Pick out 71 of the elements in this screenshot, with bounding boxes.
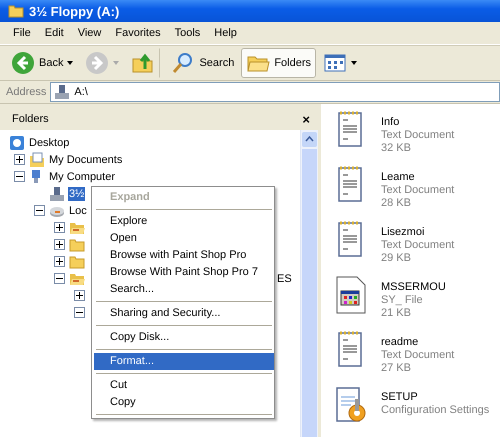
folders-button[interactable]: Folders [241,48,316,78]
file-size: 32 KB [381,142,412,155]
documents-folder-icon [29,152,45,168]
expander-icon[interactable] [74,290,85,301]
scrollbar[interactable] [300,130,318,437]
caret-icon [351,61,358,65]
context-menu-item[interactable]: Browse With Paint Shop Pro 7 [94,264,274,281]
context-menu-item[interactable]: Open [94,230,274,247]
drive-icon [49,186,65,202]
tree-item[interactable]: Desktop [28,136,70,150]
context-menu-item[interactable]: Browse with Paint Shop Pro [94,247,274,264]
file-type: Text Document [381,349,454,362]
file-type: Text Document [381,239,454,252]
file-type: Text Document [381,129,454,142]
file-size: 28 KB [381,197,412,210]
menu-item[interactable]: Help [207,25,244,41]
folder-icon [69,236,85,252]
close-button[interactable]: × [302,112,310,126]
context-menu-item[interactable]: Format... [94,353,274,370]
menu-item[interactable]: Tools [168,25,208,41]
menu-item[interactable]: Edit [38,25,71,41]
tree-item[interactable]: My Documents [48,152,124,166]
folder-icon [69,254,85,270]
expander-icon[interactable] [54,256,65,267]
tree-item[interactable]: My Computer [48,170,116,184]
file-size: 21 KB [381,307,412,320]
context-menu-item[interactable]: Copy Disk... [94,329,274,346]
address-label: Address [6,86,46,98]
file-name[interactable]: MSSERMOU [381,281,446,294]
file-name[interactable]: Info [381,116,454,129]
caret-icon [67,61,74,65]
expander-icon[interactable] [14,171,25,182]
pane-title: Folders [12,113,49,125]
file-name[interactable]: SETUP [381,391,490,404]
expander-icon[interactable] [14,154,25,165]
folder-up-arrow-icon [131,51,156,75]
context-menu-item[interactable]: Search... [94,281,274,298]
window-title: 3½ Floppy (A:) [29,4,120,18]
context-menu-item[interactable]: Copy [94,394,274,411]
file-type: Configuration Settings [381,404,490,417]
menu-item[interactable]: View [70,25,108,41]
caret-icon [113,61,120,65]
file-size: 27 KB [381,362,412,375]
address-field[interactable]: A:\ [50,82,500,102]
menu-item[interactable]: File [6,25,38,41]
expander-icon[interactable] [74,307,85,318]
folder-icon [8,3,24,19]
search-button[interactable]: Search [166,48,240,78]
tree-item[interactable]: Loc [68,204,88,218]
file-size: 29 KB [381,252,412,265]
tree-item[interactable]: ES [276,272,293,286]
back-button[interactable]: Back [6,48,78,78]
expander-icon[interactable] [54,273,65,284]
context-menu-item[interactable]: Explore [94,213,274,230]
context-menu-item[interactable]: Cut [94,377,274,394]
expander-icon[interactable] [54,222,65,233]
context-menu-item[interactable]: Sharing and Security... [94,305,274,322]
scroll-up-icon[interactable] [302,132,317,147]
desktop-icon [9,134,25,150]
tree-item[interactable]: 3½ [68,186,86,200]
expander-icon[interactable] [34,205,45,216]
drive-icon [54,84,70,100]
file-name[interactable]: readme [381,336,454,349]
settings-file-icon[interactable] [335,385,367,425]
file-name[interactable]: Lisezmoi [381,226,454,239]
system-file-icon[interactable] [335,275,367,315]
file-name[interactable]: Leame [381,171,454,184]
file-type: SY_ File [381,294,424,307]
expander-icon[interactable] [54,239,65,250]
file-type: Text Document [381,184,454,197]
menu-item[interactable]: Favorites [108,25,168,41]
